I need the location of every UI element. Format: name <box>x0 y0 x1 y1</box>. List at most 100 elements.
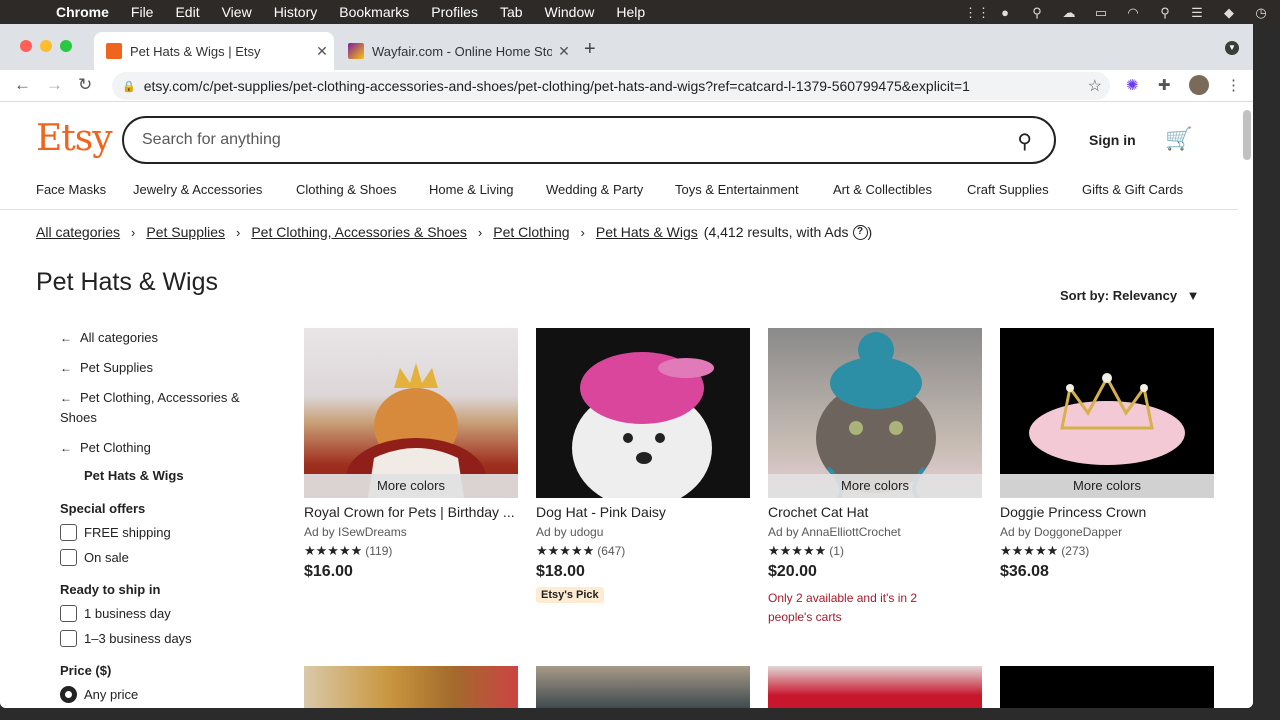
sign-in-link[interactable]: Sign in <box>1089 132 1136 148</box>
one-to-three-days-checkbox[interactable]: 1–3 business days <box>60 630 270 647</box>
free-shipping-checkbox[interactable]: FREE shipping <box>60 524 270 541</box>
status-search-icon[interactable]: ⚲ <box>1028 5 1046 20</box>
tab-bar: Pet Hats & Wigs | Etsy ✕ Wayfair.com - O… <box>0 24 1253 70</box>
control-center-icon[interactable]: ☰ <box>1188 5 1206 20</box>
back-arrow-icon[interactable]: ← <box>14 75 31 95</box>
breadcrumb-pet-clothing-accessories[interactable]: Pet Clothing, Accessories & Shoes <box>251 224 467 240</box>
product-shop: Ad by udogu <box>536 525 604 539</box>
checkbox-box[interactable] <box>60 524 77 541</box>
catnav-craft[interactable]: Craft Supplies <box>967 182 1049 197</box>
back-link-all-categories[interactable]: ← All categories <box>60 328 270 348</box>
address-bar[interactable]: 🔒 etsy.com/c/pet-supplies/pet-clothing-a… <box>112 72 1110 100</box>
menu-file[interactable]: File <box>131 4 154 20</box>
catnav-home[interactable]: Home & Living <box>429 182 514 197</box>
extension-icon[interactable]: ✺ <box>1126 76 1139 94</box>
search-icon[interactable]: ⚲ <box>1017 129 1032 154</box>
page-scrollbar[interactable] <box>1243 110 1251 160</box>
spotlight-icon[interactable]: ⚲ <box>1156 5 1174 20</box>
menu-edit[interactable]: Edit <box>175 4 199 20</box>
product-image-cat-crown[interactable]: More colors <box>304 328 518 498</box>
catnav-toys[interactable]: Toys & Entertainment <box>675 182 799 197</box>
close-window-button[interactable] <box>20 40 32 52</box>
back-link-pet-clothing-accessories[interactable]: ← Pet Clothing, Accessories & Shoes <box>60 388 270 428</box>
back-link-pet-supplies[interactable]: ← Pet Supplies <box>60 358 270 378</box>
menu-profiles[interactable]: Profiles <box>431 4 478 20</box>
product-card[interactable]: More colors Crochet Cat Hat Ad by AnnaEl… <box>768 328 982 627</box>
catnav-jewelry[interactable]: Jewelry & Accessories <box>133 182 262 197</box>
search-input[interactable]: Search for anything ⚲ <box>122 116 1056 164</box>
tab-wayfair[interactable]: Wayfair.com - Online Home Sto ✕ <box>336 32 576 70</box>
product-image-crochet-cat[interactable]: More colors <box>768 328 982 498</box>
forward-arrow-icon[interactable]: → <box>46 75 63 95</box>
catnav-art[interactable]: Art & Collectibles <box>833 182 932 197</box>
product-image-princess-crown[interactable]: More colors <box>1000 328 1214 498</box>
close-tab-icon[interactable]: ✕ <box>310 43 334 60</box>
cart-icon[interactable]: 🛒 <box>1165 126 1192 152</box>
close-tab-icon[interactable]: ✕ <box>552 43 576 60</box>
tab-etsy[interactable]: Pet Hats & Wigs | Etsy ✕ <box>94 32 334 70</box>
checkbox-box[interactable] <box>60 630 77 647</box>
breadcrumb-pet-clothing[interactable]: Pet Clothing <box>493 224 569 240</box>
category-nav: Face Masks Jewelry & Accessories Clothin… <box>0 178 1238 210</box>
cloud-icon[interactable]: ☁ <box>1060 5 1078 20</box>
back-link-label: All categories <box>80 330 159 345</box>
menu-help[interactable]: Help <box>616 4 645 20</box>
tab-search-icon[interactable]: ▼ <box>1225 41 1239 55</box>
product-card[interactable]: More colors Doggie Princess Crown Ad by … <box>1000 328 1214 581</box>
menu-tab[interactable]: Tab <box>500 4 523 20</box>
kebab-menu-icon[interactable]: ⋮ <box>1226 76 1241 94</box>
stars-icon: ★★★★★ <box>768 543 827 558</box>
catnav-clothing[interactable]: Clothing & Shoes <box>296 182 396 197</box>
product-title[interactable]: Dog Hat - Pink Daisy <box>536 504 750 520</box>
catnav-wedding[interactable]: Wedding & Party <box>546 182 643 197</box>
clock-icon[interactable]: ◷ <box>1252 5 1270 20</box>
display-icon[interactable]: ▭ <box>1092 5 1110 20</box>
any-price-radio[interactable]: Any price <box>60 686 270 703</box>
minimize-window-button[interactable] <box>40 40 52 52</box>
menu-view[interactable]: View <box>222 4 252 20</box>
lock-icon: 🔒 <box>122 80 136 93</box>
product-title[interactable]: Crochet Cat Hat <box>768 504 982 520</box>
reload-icon[interactable]: ↻ <box>78 75 92 95</box>
product-title[interactable]: Royal Crown for Pets | Birthday ... <box>304 504 518 520</box>
radio-selected[interactable] <box>60 686 77 703</box>
product-title[interactable]: Doggie Princess Crown <box>1000 504 1214 520</box>
breadcrumb-pet-hats[interactable]: Pet Hats & Wigs <box>596 224 698 240</box>
profile-avatar[interactable] <box>1189 75 1209 95</box>
breadcrumb-pet-supplies[interactable]: Pet Supplies <box>146 224 225 240</box>
tab-title: Wayfair.com - Online Home Sto <box>372 43 552 59</box>
back-link-pet-clothing[interactable]: ← Pet Clothing <box>60 438 270 458</box>
checkbox-box[interactable] <box>60 549 77 566</box>
puzzle-extensions-icon[interactable]: ✚ <box>1158 76 1171 94</box>
bookmark-star-icon[interactable]: ☆ <box>1088 76 1102 96</box>
product-image-row2[interactable] <box>768 666 982 708</box>
help-icon[interactable]: ? <box>852 224 868 240</box>
etsy-logo[interactable]: Etsy <box>36 118 113 159</box>
menu-history[interactable]: History <box>274 4 318 20</box>
caret-down-icon: ▼ <box>1186 288 1200 303</box>
breadcrumb-all-categories[interactable]: All categories <box>36 224 120 240</box>
menu-bookmarks[interactable]: Bookmarks <box>339 4 409 20</box>
arrow-left-icon: ← <box>60 331 72 345</box>
new-tab-button[interactable]: + <box>584 38 596 61</box>
product-image-dog-hat[interactable] <box>536 328 750 498</box>
sort-label: Sort by: Relevancy <box>1060 288 1178 303</box>
product-image-row2[interactable] <box>304 666 518 708</box>
siri-icon[interactable]: ◆ <box>1220 5 1238 20</box>
product-image-row2[interactable] <box>1000 666 1214 708</box>
menu-window[interactable]: Window <box>545 4 595 20</box>
wifi-icon[interactable]: ◠ <box>1124 5 1142 20</box>
sort-dropdown[interactable]: Sort by: Relevancy ▼ <box>1060 288 1200 303</box>
catnav-gifts[interactable]: Gifts & Gift Cards <box>1082 182 1183 197</box>
on-sale-checkbox[interactable]: On sale <box>60 549 270 566</box>
catnav-face-masks[interactable]: Face Masks <box>36 182 106 197</box>
checkbox-box[interactable] <box>60 605 77 622</box>
product-card[interactable]: Dog Hat - Pink Daisy Ad by udogu ★★★★★ (6… <box>536 328 750 603</box>
product-image-row2[interactable] <box>536 666 750 708</box>
product-card[interactable]: More colors Royal Crown for Pets | Birth… <box>304 328 518 581</box>
menu-app-name[interactable]: Chrome <box>56 4 109 20</box>
zoom-window-button[interactable] <box>60 40 72 52</box>
record-icon[interactable]: ● <box>996 5 1014 20</box>
one-business-day-checkbox[interactable]: 1 business day <box>60 605 270 622</box>
status-app-icon[interactable]: ⋮⋮ <box>964 5 990 20</box>
